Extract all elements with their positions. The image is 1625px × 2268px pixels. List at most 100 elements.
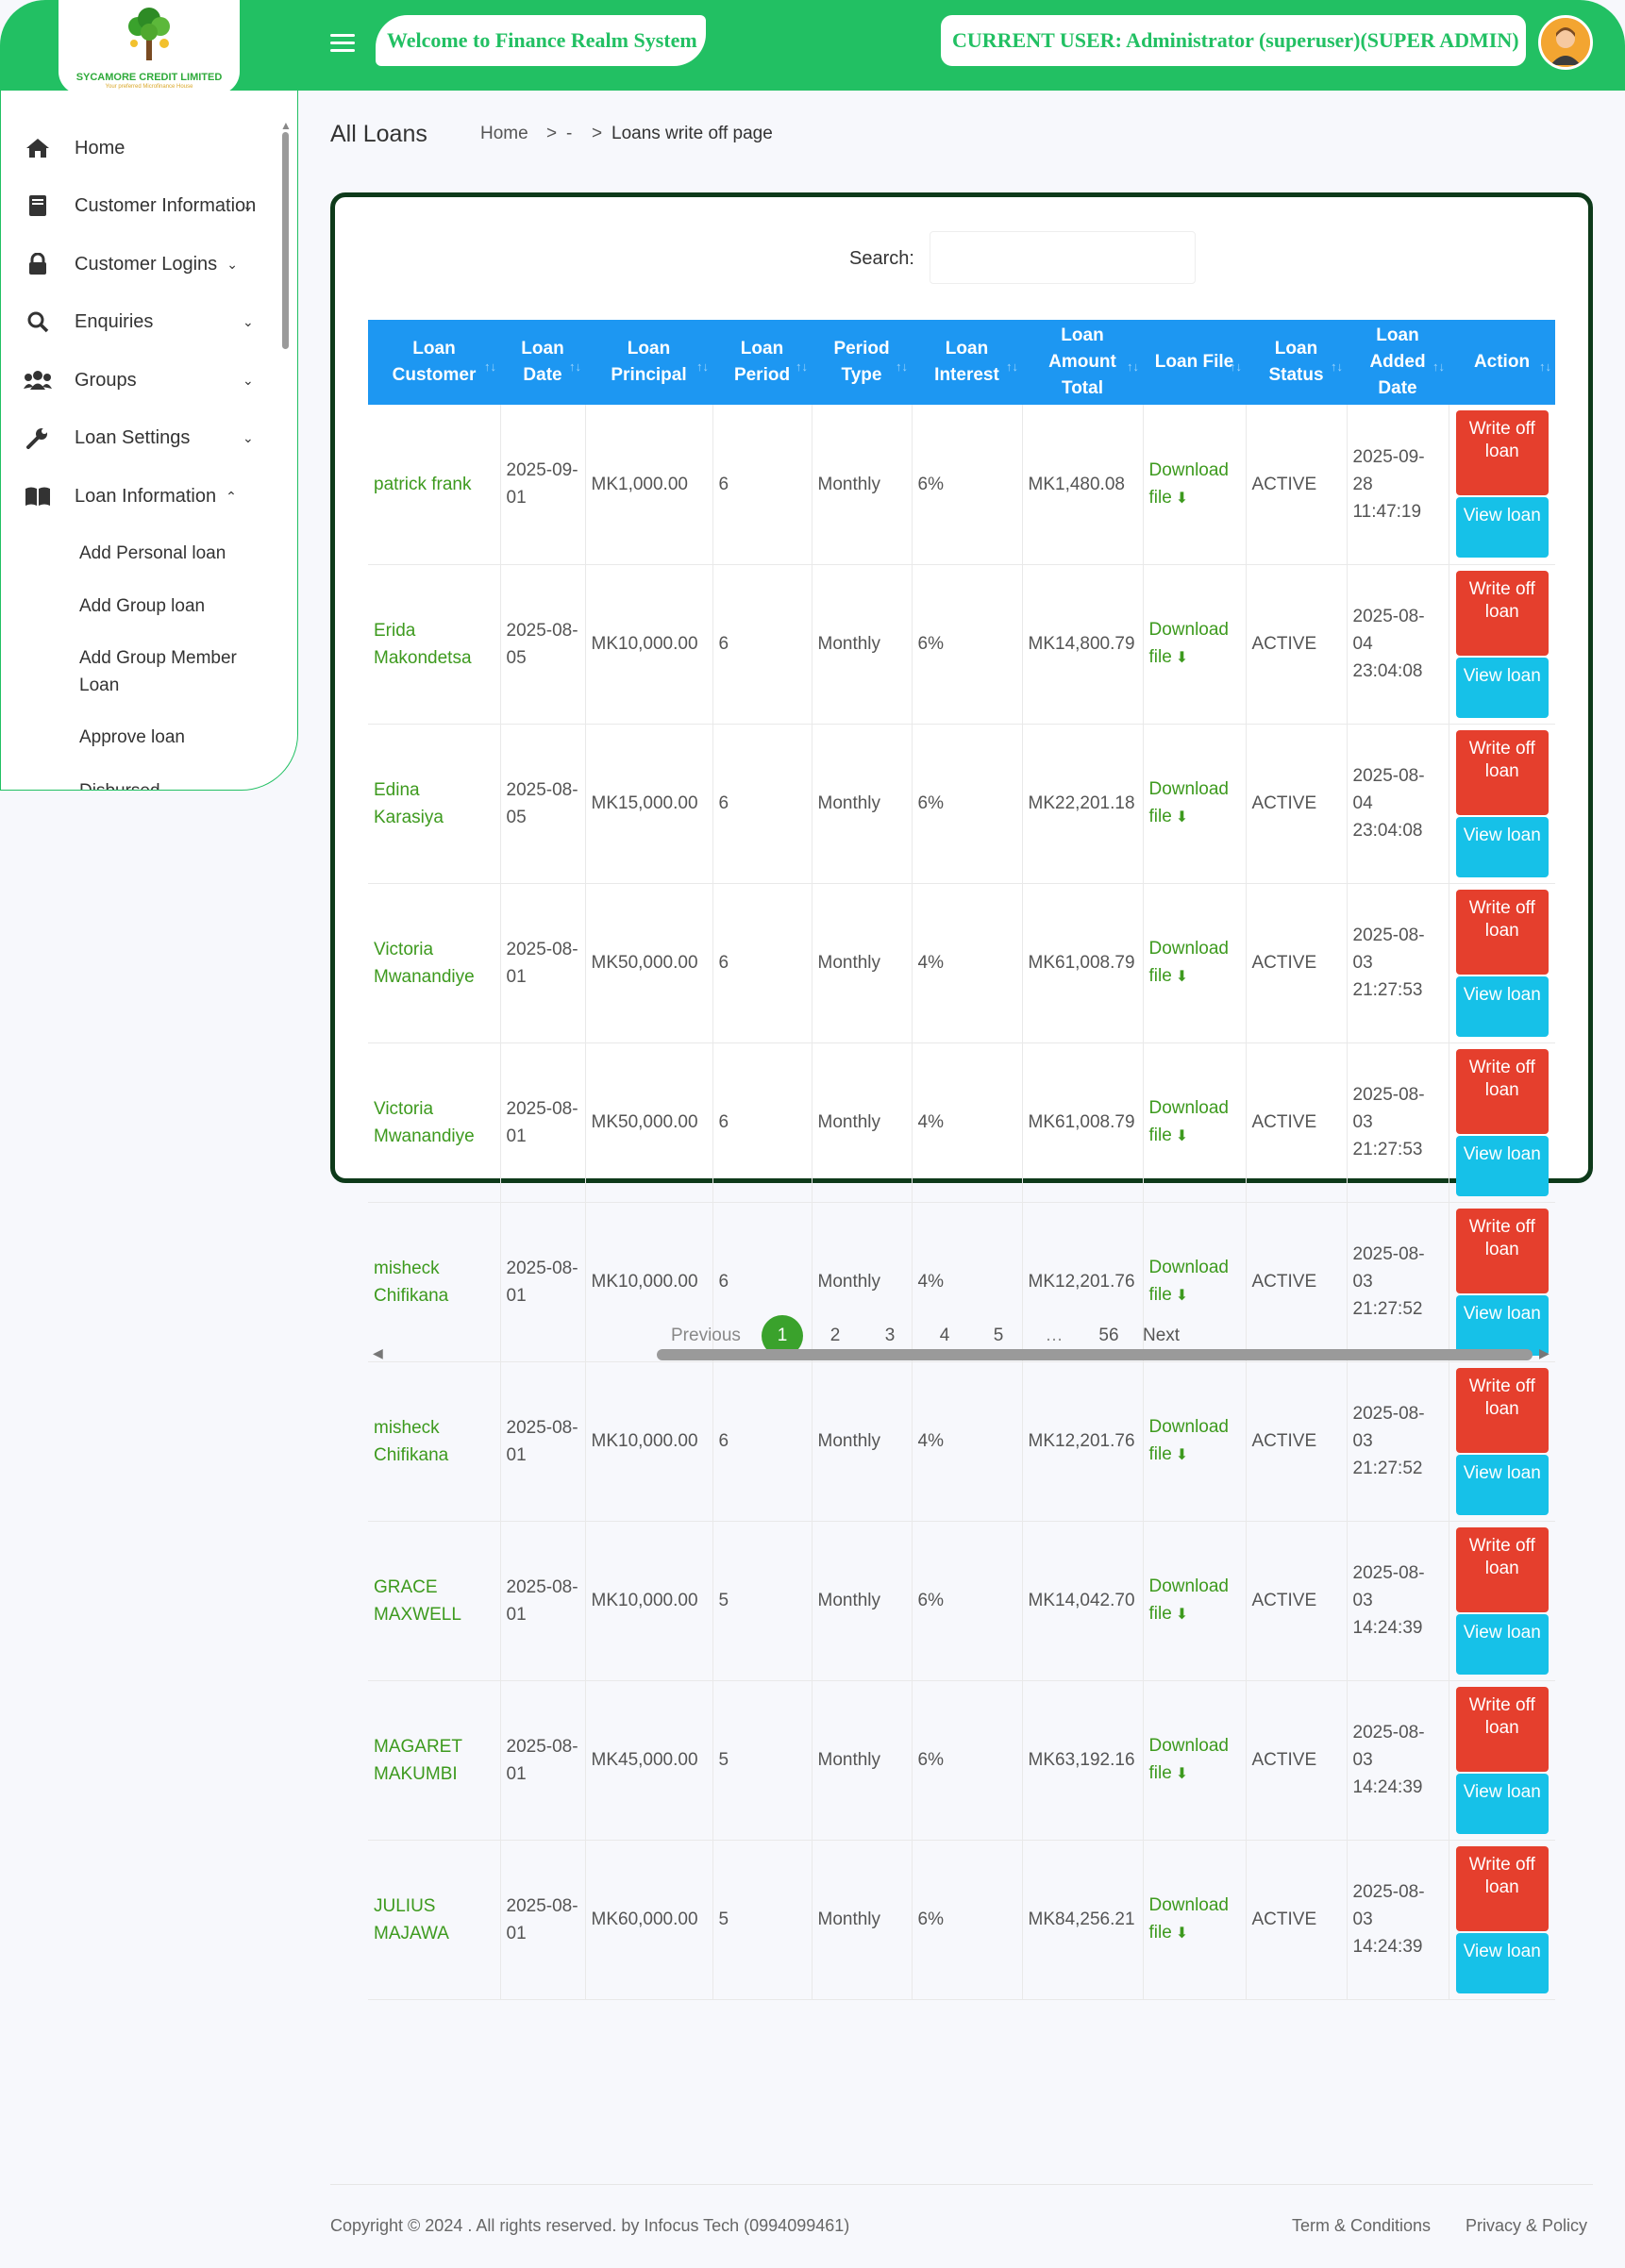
view-loan-button[interactable]: View loan (1455, 1932, 1549, 1993)
sidebar-item-customer-logins[interactable]: Customer Logins ⌄ (1, 245, 284, 283)
write-off-loan-button[interactable]: Write off loan (1455, 1048, 1549, 1134)
column-header-loan-amount-total[interactable]: Loan Amount Total ↑↓ (1022, 320, 1143, 405)
view-loan-button[interactable]: View loan (1455, 976, 1549, 1037)
view-loan-button[interactable]: View loan (1455, 657, 1549, 718)
loan-customer-cell[interactable]: Edina Karasiya (368, 724, 500, 884)
write-off-loan-button[interactable]: Write off loan (1455, 1845, 1549, 1931)
footer-privacy-link[interactable]: Privacy & Policy (1466, 2216, 1587, 2236)
action-cell: Write off loan View loan (1448, 724, 1555, 884)
column-header-loan-customer[interactable]: Loan Customer ↑↓ (368, 320, 500, 405)
loan-status-cell: ACTIVE (1245, 1840, 1347, 2000)
action-cell: Write off loan View loan (1448, 1361, 1555, 1522)
column-header-loan-principal[interactable]: Loan Principal ↑↓ (585, 320, 712, 405)
download-file-link[interactable]: Download file ⬇ (1142, 724, 1246, 884)
write-off-loan-button[interactable]: Write off loan (1455, 1208, 1549, 1293)
write-off-loan-button[interactable]: Write off loan (1455, 410, 1549, 496)
footer-divider (330, 2184, 1593, 2185)
sort-icon: ↑↓ (569, 359, 581, 374)
loan-customer-cell[interactable]: misheck Chifikana (368, 1361, 500, 1522)
column-header-loan-interest[interactable]: Loan Interest ↑↓ (912, 320, 1022, 405)
download-file-link[interactable]: Download file ⬇ (1142, 1680, 1246, 1841)
sidebar-item-enquiries[interactable]: Enquiries ⌄ (1, 303, 284, 341)
submenu-add-personal-loan[interactable]: Add Personal loan (79, 540, 277, 567)
view-loan-button[interactable]: View loan (1455, 1135, 1549, 1196)
loan-status-cell: ACTIVE (1245, 564, 1347, 725)
search-icon (24, 309, 52, 334)
period-type-cell: Monthly (811, 1361, 912, 1522)
horizontal-scroll-thumb[interactable] (657, 1349, 1533, 1360)
download-file-link[interactable]: Download file ⬇ (1142, 1521, 1246, 1681)
loan-amount-total-cell: MK61,008.79 (1021, 883, 1143, 1043)
column-header-loan-file[interactable]: Loan File ↑↓ (1143, 320, 1246, 405)
download-icon: ⬇ (1175, 490, 1189, 507)
sort-icon: ↑↓ (1006, 359, 1018, 374)
sidebar-scroll-thumb[interactable] (282, 132, 289, 349)
current-user-label: CURRENT USER: Administrator (superuser)(… (941, 15, 1526, 66)
scroll-up-arrow-icon[interactable]: ▲ (280, 119, 292, 132)
write-off-loan-button[interactable]: Write off loan (1455, 570, 1549, 656)
write-off-loan-button[interactable]: Write off loan (1455, 1686, 1549, 1772)
loan-customer-cell[interactable]: misheck Chifikana (368, 1202, 500, 1362)
column-header-loan-status[interactable]: Loan Status ↑↓ (1246, 320, 1347, 405)
logo[interactable]: SYCAMORE CREDIT LIMITED Your preferred M… (59, 0, 240, 94)
download-file-link[interactable]: Download file ⬇ (1142, 883, 1246, 1043)
column-header-loan-date[interactable]: Loan Date ↑↓ (500, 320, 585, 405)
scroll-left-arrow-icon[interactable]: ◀ (373, 1345, 383, 1361)
loan-customer-cell[interactable]: Victoria Mwanandiye (368, 1042, 500, 1203)
search-input[interactable] (930, 231, 1196, 284)
loan-date-cell: 2025-08-01 (499, 1361, 585, 1522)
chevron-down-icon: ⌄ (243, 313, 254, 329)
sidebar-item-groups[interactable]: Groups ⌄ (1, 361, 284, 399)
view-loan-button[interactable]: View loan (1455, 816, 1549, 877)
write-off-loan-button[interactable]: Write off loan (1455, 1367, 1549, 1453)
view-loan-button[interactable]: View loan (1455, 1613, 1549, 1675)
sidebar-scrollbar[interactable]: ▲ (280, 119, 292, 355)
footer-terms-link[interactable]: Term & Conditions (1292, 2216, 1431, 2236)
loan-customer-cell[interactable]: MAGARET MAKUMBI (368, 1680, 500, 1841)
chevron-down-icon: ⌄ (243, 429, 254, 445)
table-row: Erida Makondetsa 2025-08-05 MK10,000.00 6 Mo… (368, 564, 1555, 725)
sidebar-item-label: Loan Information (75, 485, 217, 507)
write-off-loan-button[interactable]: Write off loan (1455, 889, 1549, 975)
column-header-action[interactable]: Action ↑↓ (1449, 320, 1555, 405)
view-loan-button[interactable]: View loan (1455, 1294, 1549, 1356)
loan-customer-cell[interactable]: JULIUS MAJAWA (368, 1840, 500, 2000)
submenu-add-group-member-loan[interactable]: Add Group Member Loan (79, 644, 277, 699)
user-avatar[interactable] (1538, 15, 1593, 70)
loan-customer-cell[interactable]: GRACE MAXWELL (368, 1521, 500, 1681)
submenu-approve-loan[interactable]: Approve loan (79, 724, 277, 751)
column-header-period-type[interactable]: Period Type ↑↓ (812, 320, 912, 405)
download-file-link[interactable]: Download file ⬇ (1142, 405, 1246, 565)
column-header-loan-added-date[interactable]: Loan Added Date ↑↓ (1347, 320, 1449, 405)
loan-customer-cell[interactable]: patrick frank (368, 405, 500, 565)
table-row: MAGARET MAKUMBI 2025-08-01 MK45,000.00 5 Mon… (368, 1680, 1555, 1841)
breadcrumb-home[interactable]: Home (480, 124, 528, 144)
sidebar-item-home[interactable]: Home (1, 129, 284, 167)
download-file-link[interactable]: Download file ⬇ (1142, 1361, 1246, 1522)
download-file-link[interactable]: Download file ⬇ (1142, 1840, 1246, 2000)
loan-added-date-cell: 2025-08-03 14:24:39 (1346, 1521, 1449, 1681)
scroll-right-arrow-icon[interactable]: ▶ (1539, 1345, 1550, 1361)
home-icon (24, 136, 52, 160)
view-loan-button[interactable]: View loan (1455, 1454, 1549, 1515)
loan-customer-cell[interactable]: Victoria Mwanandiye (368, 883, 500, 1043)
loan-status-cell: ACTIVE (1245, 1202, 1347, 1362)
breadcrumb-middle: - (566, 124, 573, 143)
sidebar-item-loan-settings[interactable]: Loan Settings ⌄ (1, 419, 284, 457)
download-file-link[interactable]: Download file ⬇ (1142, 564, 1246, 725)
view-loan-button[interactable]: View loan (1455, 1773, 1549, 1834)
submenu-disbursed[interactable]: Disbursed (79, 777, 277, 790)
write-off-loan-button[interactable]: Write off loan (1455, 729, 1549, 815)
user-avatar-icon (1541, 18, 1590, 67)
sidebar-item-loan-information[interactable]: Loan Information ⌃ (1, 477, 284, 515)
write-off-loan-button[interactable]: Write off loan (1455, 1526, 1549, 1612)
submenu-add-group-loan[interactable]: Add Group loan (79, 592, 277, 620)
loan-added-date-cell: 2025-08-03 21:27:53 (1346, 1042, 1449, 1203)
view-loan-button[interactable]: View loan (1455, 497, 1549, 559)
menu-toggle-icon[interactable] (330, 34, 355, 55)
loan-customer-cell[interactable]: Erida Makondetsa (368, 564, 500, 725)
column-header-loan-period[interactable]: Loan Period ↑↓ (712, 320, 812, 405)
chevron-up-icon: ⌃ (226, 488, 237, 504)
download-file-link[interactable]: Download file ⬇ (1142, 1042, 1246, 1203)
sidebar-item-customer-information[interactable]: Customer Information ⌄ (1, 187, 284, 225)
